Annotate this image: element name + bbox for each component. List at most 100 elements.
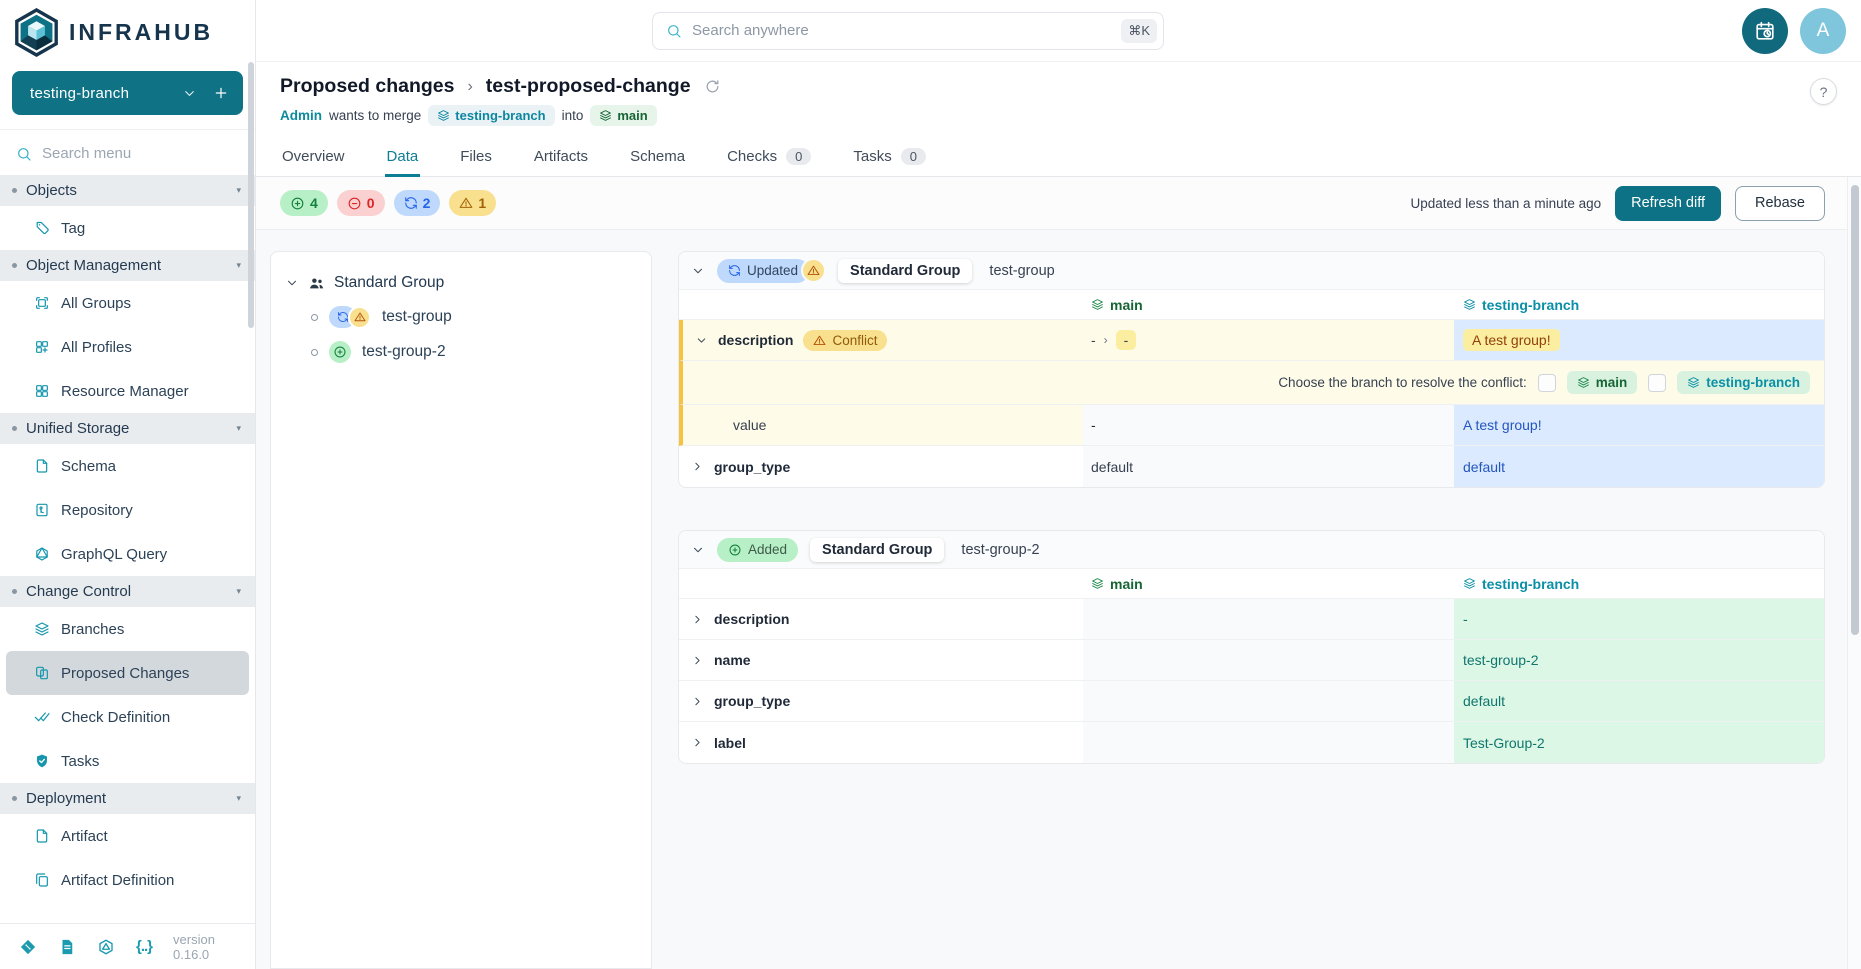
merge-action-text: wants to merge [329,108,421,123]
chevron-down-icon[interactable] [691,543,705,557]
docs-icon[interactable] [58,938,76,956]
chevron-right-icon[interactable] [691,736,704,749]
chevron-down-icon[interactable] [691,264,705,278]
refresh-diff-button[interactable]: Refresh diff [1615,186,1721,221]
window-scrollbar[interactable] [1847,177,1861,969]
row-description: description - [679,599,1824,640]
help-button[interactable]: ? [1810,78,1837,105]
tree-bullet [311,349,318,356]
sidebar-item-tag[interactable]: Tag [0,206,255,250]
sidebar-item-tasks[interactable]: Tasks [0,739,255,783]
tree-node-standard-group[interactable]: Standard Group [285,274,637,292]
sidebar-item-branches[interactable]: Branches [0,607,255,651]
code-braces-icon[interactable]: {..} [136,938,152,955]
scrollbar-thumb[interactable] [1851,185,1859,635]
branch-column-header: testing-branch [1463,297,1579,313]
create-branch-icon[interactable] [213,85,229,101]
section-unified-storage[interactable]: Unified Storage ▾ [0,413,255,444]
global-search[interactable]: ⌘K [652,12,1164,50]
chevron-down-icon[interactable] [182,86,197,101]
toolbar-right: Updated less than a minute ago Refresh d… [1410,186,1825,221]
branch-value: A test group! [1463,417,1542,433]
row-description: description Conflict - › - A test group! [679,320,1824,361]
tree-node-test-group[interactable]: test-group [311,302,637,332]
sidebar-item-resource-manager[interactable]: Resource Manager [0,369,255,413]
global-search-input[interactable] [692,22,1111,39]
diff-stats: 4 0 2 1 [280,190,496,216]
double-check-icon [34,709,50,725]
tab-tasks[interactable]: Tasks 0 [851,138,928,177]
section-dot [12,263,17,268]
tab-schema[interactable]: Schema [628,138,687,177]
git-diamond-icon[interactable] [19,938,37,956]
tab-overview[interactable]: Overview [280,138,347,177]
sidebar-scrollbar-thumb[interactable] [248,62,254,328]
tab-files[interactable]: Files [458,138,494,177]
sidebar-item-label: Branches [61,621,124,638]
resolve-branch-badge[interactable]: testing-branch [1677,371,1810,394]
chevron-right-icon[interactable] [691,695,704,708]
menu-search[interactable] [0,130,255,175]
resolve-branch-checkbox[interactable] [1648,374,1666,392]
sidebar-item-artifact[interactable]: Artifact [0,814,255,858]
section-change-control[interactable]: Change Control ▾ [0,576,255,607]
tab-data[interactable]: Data [385,138,421,177]
sidebar-item-artifact-definition[interactable]: Artifact Definition [0,858,255,902]
merge-summary: Admin wants to merge testing-branch into… [280,105,1837,126]
status-badges: Updated [717,258,826,283]
proposed-changes-icon [34,665,50,681]
sidebar-item-proposed-changes[interactable]: Proposed Changes [6,651,249,695]
tab-artifacts[interactable]: Artifacts [532,138,590,177]
avatar[interactable]: A [1800,8,1846,54]
section-object-management[interactable]: Object Management ▾ [0,250,255,281]
rebase-button[interactable]: Rebase [1735,186,1825,221]
menu-search-input[interactable] [42,145,239,162]
merge-author: Admin [280,108,322,123]
diff-card-header[interactable]: Updated Standard Group test-group [679,252,1824,290]
row-conflict-resolution: Choose the branch to resolve the conflic… [679,361,1824,405]
branch-value: default [1463,693,1505,709]
tree-node-badges [329,341,351,363]
source-branch-badge[interactable]: testing-branch [428,105,554,126]
chevron-down-icon[interactable] [695,334,708,347]
calendar-clock-icon [1754,20,1776,42]
target-branch-badge[interactable]: main [590,105,656,126]
tree-node-test-group-2[interactable]: test-group-2 [311,337,637,367]
branch-value: - [1463,611,1468,627]
conflict-pill: Conflict [803,330,887,351]
diff-list: Updated Standard Group test-group [678,251,1825,969]
stat-removed: 0 [337,190,385,216]
tree-children: test-group test-group-2 [285,302,637,367]
section-objects[interactable]: Objects ▾ [0,175,255,206]
breadcrumb: Proposed changes › test-proposed-change [280,75,1837,98]
sidebar-item-schema[interactable]: Schema [0,444,255,488]
sidebar-item-label: Schema [61,458,116,475]
sidebar-item-label: Artifact [61,828,108,845]
chevron-right-icon[interactable] [691,460,704,473]
section-deployment[interactable]: Deployment ▾ [0,783,255,814]
updated-status-pill: Updated [717,259,809,283]
refresh-icon[interactable] [704,78,721,95]
schedule-button[interactable] [1742,8,1788,54]
breadcrumb-root[interactable]: Proposed changes [280,75,454,98]
chevron-right-icon[interactable] [691,613,704,626]
sidebar-item-repository[interactable]: Repository [0,488,255,532]
branch-layers-icon [599,109,612,122]
property-name: label [714,735,746,751]
sidebar-item-check-definition[interactable]: Check Definition [0,695,255,739]
chevron-down-icon[interactable] [285,276,299,290]
branch-selector[interactable]: testing-branch [12,71,243,115]
tab-checks[interactable]: Checks 0 [725,138,813,177]
branch-value: test-group-2 [1463,652,1538,668]
sidebar-item-all-profiles[interactable]: All Profiles [0,325,255,369]
graphql-logo-icon[interactable] [97,938,115,956]
sidebar-item-all-groups[interactable]: All Groups [0,281,255,325]
chevron-right-icon[interactable] [691,654,704,667]
object-kind-pill: Standard Group [838,259,972,283]
app-logo[interactable]: INFRAHUB [0,0,255,63]
resolve-main-checkbox[interactable] [1538,374,1556,392]
diff-card-header[interactable]: Added Standard Group test-group-2 [679,531,1824,569]
sidebar-item-graphql-query[interactable]: GraphQL Query [0,532,255,576]
property-name: group_type [714,693,790,709]
resolve-main-badge[interactable]: main [1567,371,1638,394]
